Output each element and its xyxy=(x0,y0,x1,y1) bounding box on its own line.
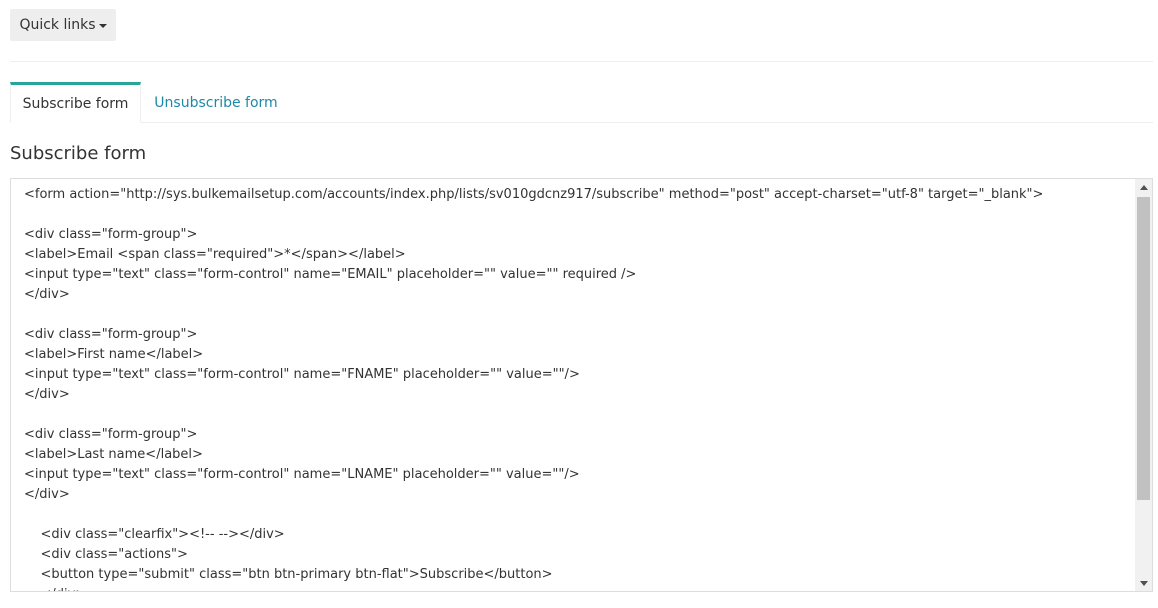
form-code-textarea[interactable]: <form action="http://sys.bulkemailsetup.… xyxy=(10,178,1153,592)
arrow-up-icon xyxy=(1139,184,1148,190)
code-line: </div> xyxy=(24,487,70,502)
code-line: </div> xyxy=(24,287,70,302)
code-line: <label>Last name</label> xyxy=(24,447,203,462)
quick-links-label: Quick links xyxy=(19,17,96,33)
vertical-scrollbar[interactable] xyxy=(1135,179,1152,591)
code-line: <div class="form-group"> xyxy=(24,227,198,242)
scroll-up-button[interactable] xyxy=(1135,179,1152,195)
code-line: <div class="clearfix"><!-- --></div> xyxy=(24,527,285,542)
tab-label: Unsubscribe form xyxy=(154,94,278,111)
code-line: <input type="text" class="form-control" … xyxy=(24,467,580,482)
code-line: </div> xyxy=(24,387,70,402)
code-line: <div class="form-group"> xyxy=(24,427,198,442)
divider xyxy=(10,61,1153,62)
tab-label: Subscribe form xyxy=(22,95,129,112)
code-line: <div class="actions"> xyxy=(24,547,188,562)
code-line: <div class="form-group"> xyxy=(24,327,198,342)
tab-subscribe-form[interactable]: Subscribe form xyxy=(10,82,141,123)
code-content: <form action="http://sys.bulkemailsetup.… xyxy=(24,185,1132,591)
code-line: <form action="http://sys.bulkemailsetup.… xyxy=(24,187,1044,202)
code-line: <input type="text" class="form-control" … xyxy=(24,267,637,282)
code-line: <input type="text" class="form-control" … xyxy=(24,367,580,382)
quick-links-button[interactable]: Quick links xyxy=(10,9,116,41)
code-line: <button type="submit" class="btn btn-pri… xyxy=(24,567,553,582)
caret-down-icon xyxy=(98,24,107,28)
code-line: <label>First name</label> xyxy=(24,347,204,362)
arrow-down-icon xyxy=(1139,580,1148,586)
tab-unsubscribe-form[interactable]: Unsubscribe form xyxy=(150,82,282,123)
tab-bar: Subscribe form Unsubscribe form xyxy=(10,82,1153,123)
section-title: Subscribe form xyxy=(10,143,147,164)
code-line: <label>Email <span class="required">*</s… xyxy=(24,247,406,262)
scroll-down-button[interactable] xyxy=(1135,575,1152,591)
code-line: </div> xyxy=(24,585,1132,591)
scrollbar-thumb[interactable] xyxy=(1137,197,1150,500)
